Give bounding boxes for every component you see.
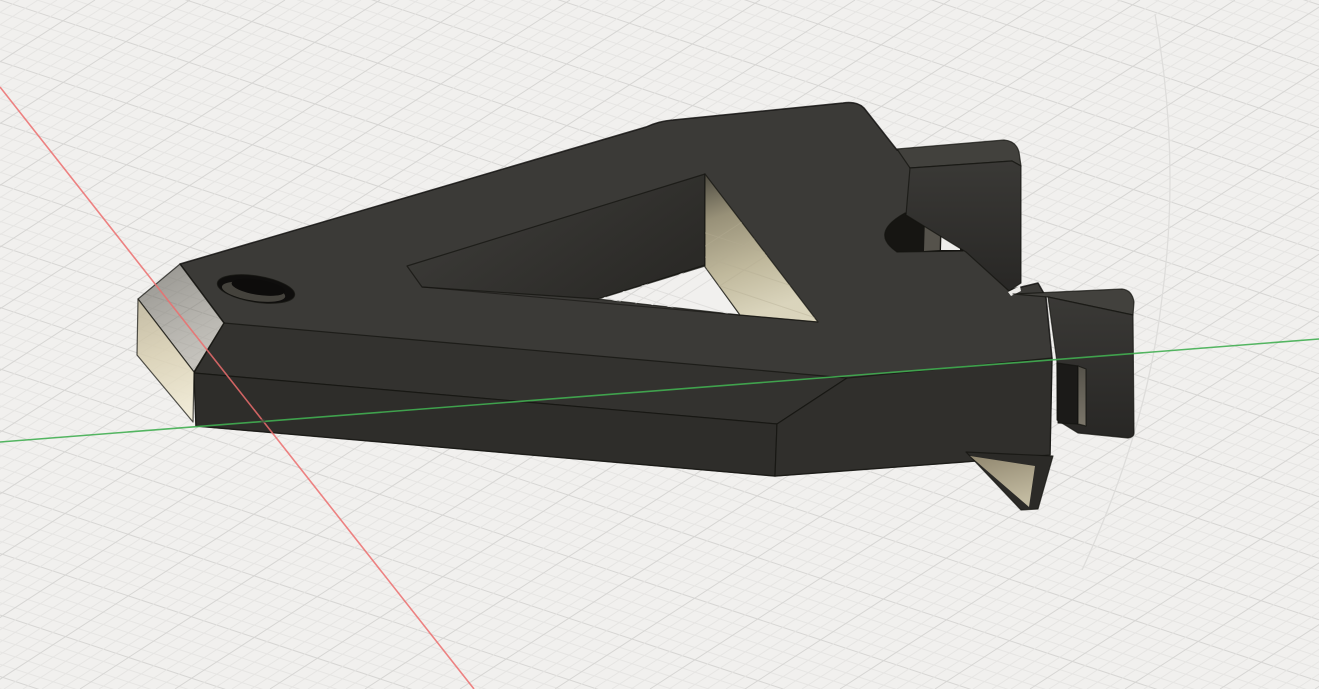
- cad-viewport[interactable]: [0, 0, 1319, 689]
- cad-viewport-canvas[interactable]: [0, 0, 1319, 689]
- origin-point[interactable]: [260, 418, 266, 424]
- clip-recess-inner-face: [1077, 365, 1087, 427]
- clip-recess-shadow: [1056, 362, 1079, 425]
